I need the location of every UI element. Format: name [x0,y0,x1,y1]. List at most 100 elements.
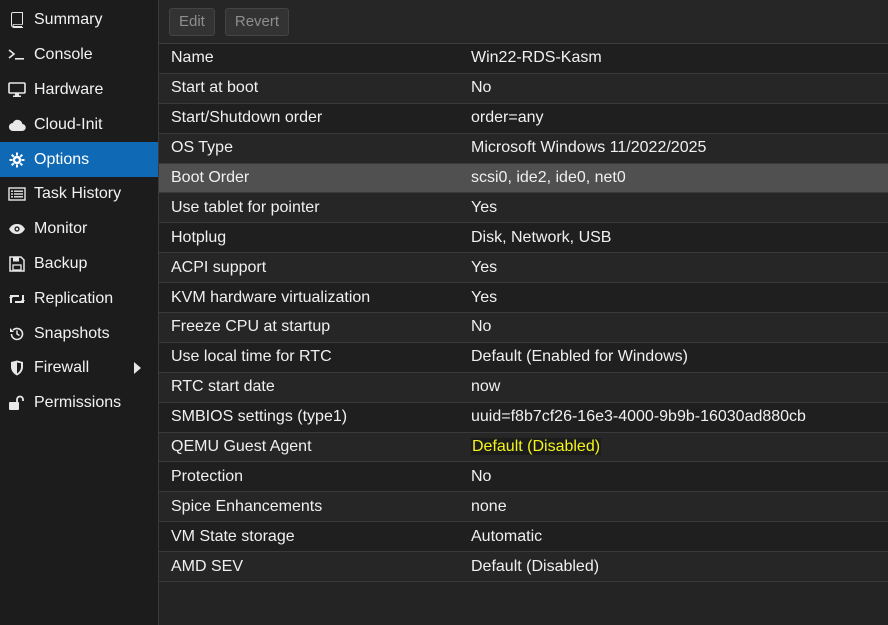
table-row[interactable]: Freeze CPU at startup No [159,313,888,343]
sidebar-item-label: Summary [34,11,103,29]
options-table: Name Win22-RDS-Kasm Start at boot No Start/S… [159,44,888,583]
table-row[interactable]: VM State storage Automatic [159,522,888,553]
option-name: Hotplug [171,228,227,246]
unlock-icon [7,393,27,413]
table-row[interactable]: Spice Enhancements none [159,492,888,523]
option-value-cell: uuid=f8b7cf26-16e3-4000-9b9b-16030ad880c… [471,408,806,426]
table-row[interactable]: QEMU Guest Agent Default (Disabled) [159,432,888,463]
terminal-icon [7,45,27,65]
options-panel: Edit Revert Name Win22-RDS-Kasm Start at b… [159,0,888,625]
table-row[interactable]: Protection No [159,462,888,493]
option-value: Yes [471,288,498,306]
gear-icon [7,150,27,170]
option-value-cell: Yes [471,259,497,277]
table-row[interactable]: RTC start date now [159,372,888,403]
sidebar-item-permissions[interactable]: Permissions [0,386,158,421]
table-row[interactable]: Start/Shutdown order order=any [159,103,888,134]
revert-button[interactable]: Revert [224,7,290,36]
sidebar-item-firewall[interactable]: Firewall [0,351,158,386]
eye-icon [7,219,27,239]
monitor-icon [7,80,27,100]
sidebar-item-console[interactable]: Console [0,38,158,73]
cloud-icon [7,115,27,135]
toolbar: Edit Revert [159,0,888,44]
option-name: OS Type [171,139,233,157]
option-value-cell: Win22-RDS-Kasm [471,49,602,67]
option-name: Freeze CPU at startup [171,318,331,336]
option-name: Spice Enhancements [171,497,323,515]
option-value-cell: order=any [471,109,544,127]
option-value: Yes [471,198,498,216]
option-value-cell: Yes [471,199,497,217]
floppy-icon [7,254,27,274]
option-value: No [471,79,492,97]
expand-arrow-icon[interactable] [134,362,141,375]
sidebar-item-label: Snapshots [34,324,110,342]
highlighted-value: Default (Disabled) [471,438,602,456]
sidebar-item-label: Options [34,150,90,168]
option-name: Use tablet for pointer [171,198,320,216]
option-value-cell: No [471,468,491,486]
option-name: KVM hardware virtualization [171,288,371,306]
option-name: Boot Order [171,169,250,186]
option-value-cell: Default (Disabled) [471,558,599,576]
table-row[interactable]: SMBIOS settings (type1) uuid=f8b7cf26-16e… [159,402,888,433]
sidebar-item-label: Permissions [34,394,122,412]
option-value-cell: Microsoft Windows 11/2022/2025 [471,139,706,157]
table-row[interactable]: Name Win22-RDS-Kasm [159,44,888,74]
sidebar-item-label: Backup [34,254,88,272]
sidebar-item-label: Replication [34,289,114,307]
option-value-cell: Yes [471,289,497,307]
table-row[interactable]: OS Type Microsoft Windows 11/2022/2025 [159,133,888,164]
sidebar-item-replication[interactable]: Replication [0,281,158,316]
sidebar-item-label: Console [34,46,93,64]
table-row[interactable]: Hotplug Disk, Network, USB [159,223,888,254]
sidebar-item-snapshots[interactable]: Snapshots [0,316,158,351]
option-value: Microsoft Windows 11/2022/2025 [471,139,707,157]
option-value: Automatic [471,527,543,545]
option-value: No [471,318,492,336]
option-name: VM State storage [171,527,295,545]
sidebar-nav: Summary Console Hardware Cloud-Init Options T… [0,0,159,625]
table-row[interactable]: AMD SEV Default (Disabled) [159,552,888,583]
edit-button[interactable]: Edit [169,7,215,36]
sidebar-item-task-history[interactable]: Task History [0,177,158,212]
option-name: QEMU Guest Agent [171,438,312,456]
option-name: Start/Shutdown order [171,109,323,127]
option-value-cell: Default (Disabled) [471,438,602,456]
option-value: uuid=f8b7cf26-16e3-4000-9b9b-16030ad880c… [471,408,806,426]
sidebar-item-summary[interactable]: Summary [0,3,158,38]
option-name: SMBIOS settings (type1) [171,408,348,426]
sidebar-item-options[interactable]: Options [0,142,158,177]
option-value-cell: now [471,378,500,396]
option-value: Default (Enabled for Windows) [471,348,688,366]
option-value: Default (Disabled) [471,557,600,575]
option-value-cell: No [471,79,491,97]
option-value-cell: none [471,498,507,516]
table-row[interactable]: Use tablet for pointer Yes [159,193,888,224]
option-value: none [471,497,507,515]
table-row[interactable]: ACPI support Yes [159,253,888,284]
option-value: Yes [471,258,498,276]
sidebar-item-label: Hardware [34,80,104,98]
shield-icon [7,358,27,378]
table-row[interactable]: Use local time for RTC Default (Enabled f… [159,342,888,373]
option-value: Disk, Network, USB [471,228,612,246]
sidebar-item-cloud-init[interactable]: Cloud-Init [0,107,158,142]
table-row[interactable]: KVM hardware virtualization Yes [159,283,888,314]
book-icon [7,10,27,30]
option-name: AMD SEV [171,557,244,575]
option-value-cell: No [471,318,491,336]
sidebar-item-monitor[interactable]: Monitor [0,212,158,247]
option-value-cell: Default (Enabled for Windows) [471,348,688,366]
sidebar-item-label: Firewall [34,359,90,377]
sidebar-item-hardware[interactable]: Hardware [0,73,158,108]
table-row[interactable]: Start at boot No [159,73,888,104]
option-name: Start at boot [171,79,259,97]
option-name: ACPI support [171,258,267,276]
app-root: Summary Console Hardware Cloud-Init Options T… [0,0,888,625]
sidebar-item-backup[interactable]: Backup [0,247,158,282]
option-name: Use local time for RTC [171,348,332,366]
sidebar-item-label: Monitor [34,220,88,238]
table-row[interactable]: Boot Order scsi0, ide2, ide0, net0 [159,163,888,194]
